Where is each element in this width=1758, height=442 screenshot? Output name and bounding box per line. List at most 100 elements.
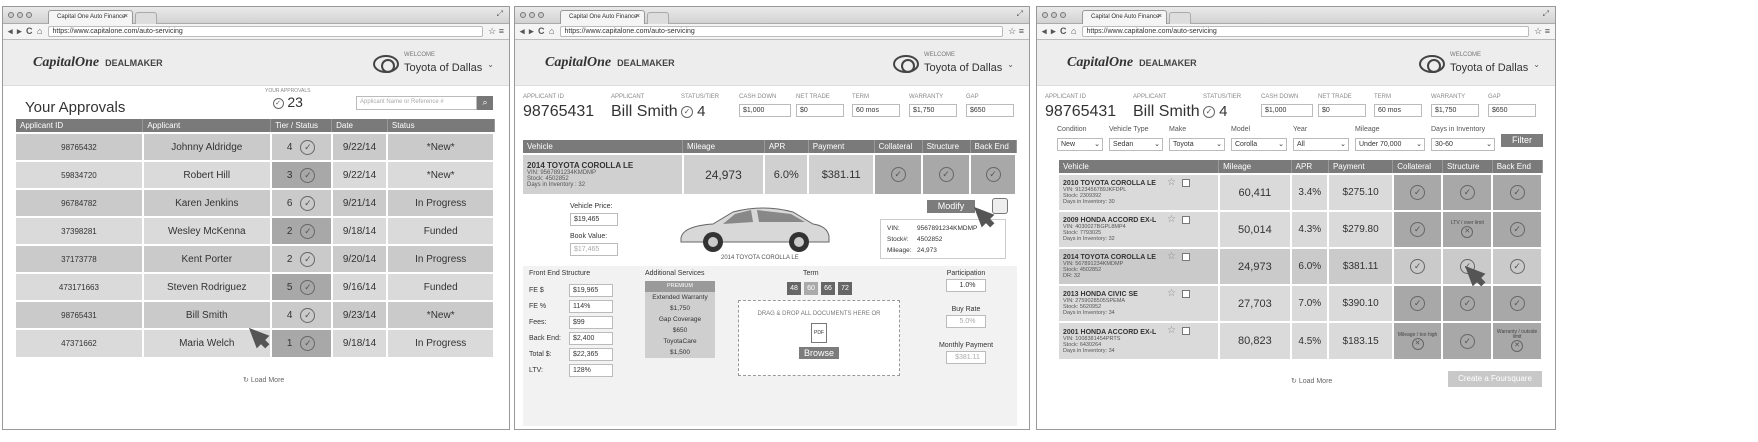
window-controls[interactable] [8, 12, 32, 18]
bookmark-menu-icons[interactable]: ☆ ≡ [1008, 26, 1024, 37]
capital-one-logo[interactable]: CapitalOne DEALMAKER [545, 55, 675, 71]
dealer-selector[interactable]: WELCOME Toyota of Dallas ⌄ [893, 52, 1014, 76]
tab-close-icon[interactable]: × [1158, 11, 1162, 23]
new-tab-button[interactable] [1169, 12, 1191, 24]
term-input[interactable]: 60 mos [852, 104, 900, 117]
url-field[interactable]: https://www.capitalone.com/auto-servicin… [48, 26, 484, 37]
monthly-payment-input[interactable]: $381.11 [946, 351, 986, 364]
cash-down-input[interactable]: $1,000 [739, 104, 791, 117]
new-tab-button[interactable] [647, 12, 669, 24]
column-header[interactable]: Tier / Status [270, 119, 333, 133]
tab-close-icon[interactable]: × [124, 11, 128, 23]
table-row[interactable]: 2013 HONDA CIVIC SE VIN: 2759028505SPEMA S… [1059, 284, 1543, 322]
filter-select[interactable]: Corolla ⌄ [1231, 138, 1287, 151]
bookmark-menu-icons[interactable]: ☆ ≡ [488, 26, 504, 37]
service-item[interactable]: $1,500 [645, 347, 715, 358]
modify-button[interactable]: Modify [927, 200, 975, 213]
warranty-input[interactable]: $1,750 [909, 104, 957, 117]
print-icon[interactable] [992, 198, 1008, 214]
fullscreen-icon[interactable]: ⤢ [1017, 9, 1023, 19]
favorite-star-icon[interactable]: ☆ [1167, 214, 1176, 225]
table-row[interactable]: 96784782 Karen Jenkins 6 ✓ 9/21/14 In Progres… [16, 188, 495, 217]
url-field[interactable]: https://www.capitalone.com/auto-servicin… [1082, 26, 1530, 37]
table-row[interactable]: 473171663 Steven Rodriguez 5 ✓ 9/16/14 Funded [16, 272, 495, 301]
window-controls[interactable] [1042, 12, 1066, 18]
column-header[interactable]: APR [764, 140, 809, 154]
gap-input[interactable]: $650 [1488, 104, 1536, 117]
column-header[interactable]: Status [387, 119, 495, 133]
gap-input[interactable]: $650 [966, 104, 1014, 117]
column-header[interactable]: Mileage [1218, 160, 1292, 174]
column-header[interactable]: Back End [1492, 160, 1543, 174]
nav-buttons[interactable]: ◂ ▸ C ⌂ [520, 26, 555, 37]
browser-tab[interactable]: Capital One Auto Finance × [560, 10, 645, 24]
column-header[interactable]: Collateral [1392, 160, 1443, 174]
front-end-input[interactable]: 128% [569, 363, 613, 377]
participation-input[interactable]: 1.0% [946, 279, 986, 292]
load-more-button[interactable]: ↻ Load More [243, 376, 284, 384]
search-button[interactable]: ⌕ [477, 96, 493, 110]
bookmark-menu-icons[interactable]: ☆ ≡ [1534, 26, 1550, 37]
compare-checkbox[interactable] [1182, 253, 1190, 261]
front-end-input[interactable]: $22,365 [569, 347, 613, 361]
front-end-input[interactable]: $2,400 [569, 331, 613, 345]
tab-close-icon[interactable]: × [636, 11, 640, 23]
browse-button[interactable]: Browse [799, 347, 839, 359]
front-end-input[interactable]: 114% [569, 299, 613, 313]
dealer-selector[interactable]: WELCOME Toyota of Dallas ⌄ [1419, 52, 1540, 76]
front-end-input[interactable]: $99 [569, 315, 613, 329]
filter-select[interactable]: Sedan ⌄ [1109, 138, 1163, 151]
favorite-star-icon[interactable]: ☆ [1167, 325, 1176, 336]
column-header[interactable]: Vehicle [523, 140, 684, 154]
filter-button[interactable]: Filter [1501, 134, 1543, 147]
filter-select[interactable]: Toyota ⌄ [1169, 138, 1225, 151]
load-more-button[interactable]: ↻ Load More [1291, 377, 1332, 385]
url-field[interactable]: https://www.capitalone.com/auto-servicin… [560, 26, 1004, 37]
vehicle-price-input[interactable]: $19,465 [570, 213, 618, 226]
net-trade-input[interactable]: $0 [796, 104, 844, 117]
net-trade-input[interactable]: $0 [1318, 104, 1366, 117]
compare-checkbox[interactable] [1182, 327, 1190, 335]
term-option-66[interactable]: 66 [821, 282, 835, 295]
term-option-48[interactable]: 48 [787, 282, 801, 295]
service-item[interactable]: $1,750 [645, 303, 715, 314]
favorite-star-icon[interactable]: ☆ [1167, 177, 1176, 188]
fullscreen-icon[interactable]: ⤢ [497, 9, 503, 19]
table-row[interactable]: 37398281 Wesley McKenna 2 ✓ 9/18/14 Funded [16, 216, 495, 245]
term-option-72[interactable]: 72 [838, 282, 852, 295]
capital-one-logo[interactable]: CapitalOne DEALMAKER [1067, 55, 1197, 71]
filter-select[interactable]: New ⌄ [1057, 138, 1103, 151]
compare-checkbox[interactable] [1182, 216, 1190, 224]
nav-buttons[interactable]: ◂ ▸ C ⌂ [8, 26, 43, 37]
warranty-input[interactable]: $1,750 [1431, 104, 1479, 117]
dealer-selector[interactable]: WELCOME Toyota of Dallas ⌄ [373, 52, 494, 76]
compare-checkbox[interactable] [1182, 290, 1190, 298]
table-row[interactable]: 98765432 Johnny Aldridge 4 ✓ 9/22/14 *New* [16, 132, 495, 161]
column-header[interactable]: Collateral [874, 140, 923, 154]
column-header[interactable]: Applicant [142, 119, 272, 133]
cash-down-input[interactable]: $1,000 [1261, 104, 1313, 117]
filter-select[interactable]: 30-60 ⌄ [1431, 138, 1495, 151]
window-controls[interactable] [520, 12, 544, 18]
table-row[interactable]: 37173778 Kent Porter 2 ✓ 9/20/14 In Progress [16, 244, 495, 273]
filter-select[interactable]: Under 70,000 ⌄ [1355, 138, 1425, 151]
search-input[interactable]: Applicant Name or Reference # [356, 96, 477, 110]
new-tab-button[interactable] [135, 12, 157, 24]
favorite-star-icon[interactable]: ☆ [1167, 251, 1176, 262]
term-option-60[interactable]: 60 [804, 282, 818, 295]
favorite-star-icon[interactable]: ☆ [1167, 288, 1176, 299]
browser-tab[interactable]: Capital One Auto Finance × [1082, 10, 1167, 24]
table-row[interactable]: 2014 TOYOTA COROLLA LE VIN: 9567891234KM… [523, 153, 1017, 194]
column-header[interactable]: Structure [922, 140, 971, 154]
create-foursquare-button[interactable]: Create a Foursquare [1448, 371, 1542, 387]
browser-tab[interactable]: Capital One Auto Finance × [48, 10, 133, 24]
table-row[interactable]: 2009 HONDA ACCORD EX-L VIN: 4030027BGPL8M… [1059, 210, 1543, 248]
chevron-down-icon[interactable]: ⌄ [1533, 60, 1540, 69]
column-header[interactable]: APR [1291, 160, 1329, 174]
book-value-input[interactable]: $17,465 [570, 243, 618, 256]
chevron-down-icon[interactable]: ⌄ [1007, 60, 1014, 69]
service-item[interactable]: PREMIUM [645, 281, 715, 292]
table-row[interactable]: 59834720 Robert Hill 3 ✓ 9/22/14 *New* [16, 160, 495, 189]
filter-select[interactable]: All ⌄ [1293, 138, 1349, 151]
column-header[interactable]: Date [331, 119, 388, 133]
